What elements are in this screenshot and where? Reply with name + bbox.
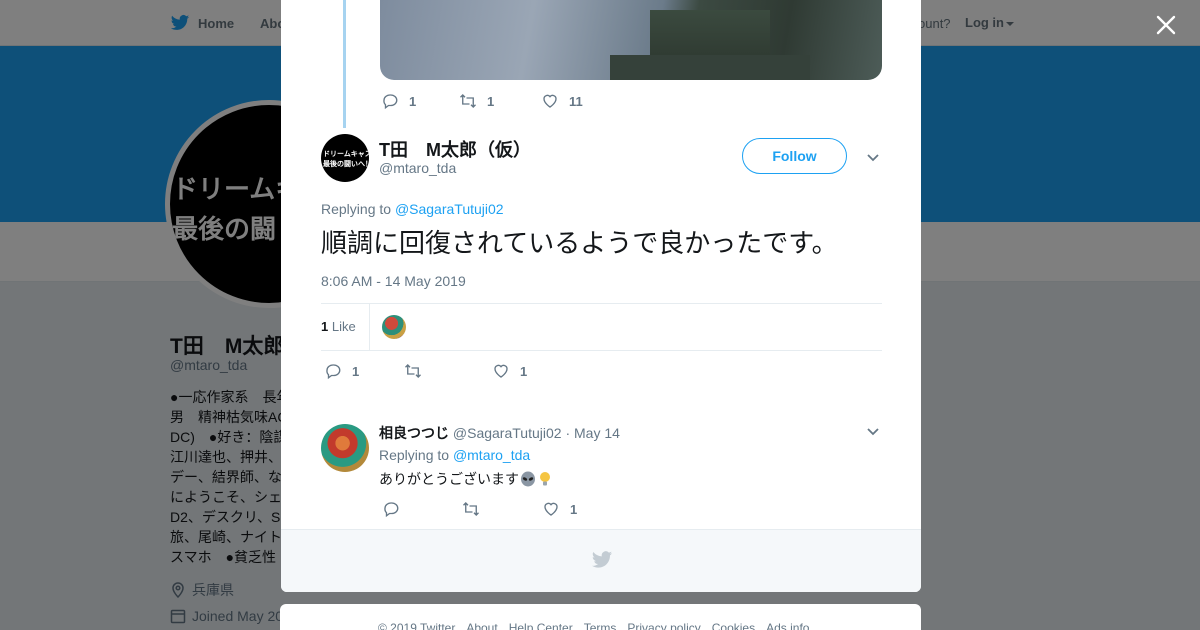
replying-to-line: Replying to @SagaraTutuji02 (321, 201, 504, 217)
lightbulb-emoji-icon (540, 472, 550, 486)
stats-divider (369, 304, 370, 350)
replying-to-link[interactable]: @SagaraTutuji02 (395, 201, 504, 217)
tweet-actions: 1 1 (324, 362, 527, 380)
twitter-bird-icon (591, 551, 613, 568)
retweet-action[interactable] (404, 362, 492, 380)
retweet-count: 1 (487, 93, 495, 109)
reply-author-avatar[interactable] (321, 424, 369, 472)
reply-actions: 1 (382, 500, 577, 518)
alien-emoji-icon (521, 471, 535, 487)
footer-link-help-center[interactable]: Help Center (509, 621, 573, 630)
tweet-author-avatar[interactable]: ドリームキャスト 最後の闘いへ！ (321, 134, 369, 182)
reply-action[interactable]: 1 (324, 362, 404, 380)
reply-count: 1 (352, 363, 360, 379)
reply-header: 相良つつじ @SagaraTutuji02 · May 14 (379, 423, 620, 443)
reply-replying-to-line: Replying to @mtaro_tda (379, 447, 530, 463)
chevron-down-icon[interactable] (866, 424, 880, 438)
chevron-down-icon[interactable] (866, 150, 880, 164)
footer-link-privacy[interactable]: Privacy policy (627, 621, 700, 630)
tweet-author-handle[interactable]: @mtaro_tda (379, 160, 456, 176)
replying-prefix: Replying to (321, 201, 395, 217)
thread-connector-line (343, 0, 346, 128)
prev-tweet-actions: 1 1 11 (381, 92, 583, 110)
reply-icon (384, 502, 399, 518)
like-count: 11 (569, 93, 583, 109)
tweet-stats: 1 Like (321, 303, 882, 351)
reply-action[interactable]: 1 (381, 92, 459, 110)
follow-button[interactable]: Follow (742, 138, 847, 174)
reply-icon (383, 94, 398, 110)
reply-text-line: ありがとうございます (379, 469, 553, 489)
tweet-text: 順調に回復されているようで良かったです。 (321, 228, 838, 258)
replying-to-link[interactable]: @mtaro_tda (453, 447, 530, 463)
tweet-modal: 1 1 11 ドリームキャスト 最後の闘いへ！ T田 M太郎（仮） @mtaro… (281, 0, 921, 592)
page-footer: © 2019 Twitter About Help Center Terms P… (280, 604, 921, 630)
retweet-icon (405, 364, 421, 378)
heart-icon (544, 502, 558, 516)
media-stone-base (610, 55, 810, 80)
reply-action[interactable] (382, 500, 462, 518)
likes-stat[interactable]: 1 Like (321, 319, 356, 334)
reply-count: 1 (409, 93, 417, 109)
heart-icon (543, 94, 557, 108)
retweet-action[interactable] (462, 500, 542, 518)
footer-links: © 2019 Twitter About Help Center Terms P… (378, 621, 809, 630)
likes-stat-count: 1 (321, 319, 329, 334)
avatar-text-line2: 最後の闘いへ！ (323, 161, 369, 168)
retweet-action[interactable]: 1 (459, 92, 541, 110)
liker-avatar[interactable] (382, 315, 406, 339)
tweet-author-name[interactable]: T田 M太郎（仮） (379, 136, 531, 162)
footer-link-ads-info[interactable]: Ads info (766, 621, 809, 630)
footer-link-terms[interactable]: Terms (584, 621, 617, 630)
footer-copyright: © 2019 Twitter (378, 621, 456, 630)
likes-stat-label: Like (331, 319, 356, 334)
footer-link-cookies[interactable]: Cookies (712, 621, 755, 630)
close-icon[interactable] (1153, 12, 1179, 38)
modal-footer (281, 529, 921, 592)
avatar-text-line1: ドリームキャスト (323, 151, 369, 158)
reply-date[interactable]: May 14 (574, 425, 620, 441)
tweet-timestamp[interactable]: 8:06 AM - 14 May 2019 (321, 273, 466, 289)
like-count: 1 (520, 363, 528, 379)
retweet-icon (463, 502, 479, 516)
retweet-icon (460, 94, 476, 108)
like-action[interactable]: 1 (542, 500, 577, 518)
like-count: 1 (570, 501, 578, 517)
reply-text: ありがとうございます (379, 471, 519, 487)
footer-link-about[interactable]: About (466, 621, 497, 630)
like-action[interactable]: 1 (492, 362, 527, 380)
reply-author-name[interactable]: 相良つつじ (379, 425, 449, 441)
separator-dot: · (565, 425, 571, 441)
reply-author-handle[interactable]: @SagaraTutuji02 (453, 425, 562, 441)
like-action[interactable]: 11 (541, 92, 583, 110)
heart-icon (494, 364, 508, 378)
replying-prefix: Replying to (379, 447, 453, 463)
reply-icon (326, 364, 341, 380)
tweet-media-image[interactable] (380, 0, 882, 80)
